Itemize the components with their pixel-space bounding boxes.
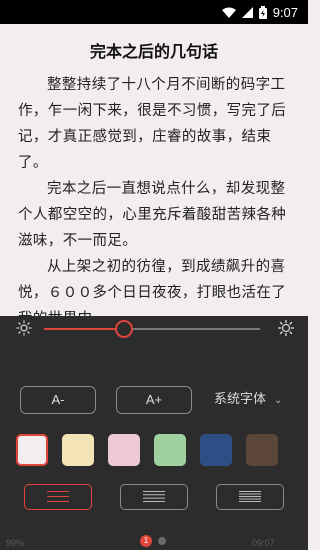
font-size-decrease-button[interactable]: A- [20, 386, 96, 414]
typeface-label: 系统字体 [214, 392, 267, 407]
line-spacing-medium-icon [143, 488, 165, 507]
brightness-slider[interactable] [44, 320, 260, 338]
brightness-row [0, 316, 308, 346]
font-size-increase-button[interactable]: A+ [116, 386, 192, 414]
typeface-selector[interactable]: 系统字体 ⌄ [214, 386, 282, 414]
paragraph: 完本之后一直想说点什么，却发现整个人都空空的，心里充斥着酸甜苦辣各种滋味，不一而… [18, 181, 287, 249]
chevron-down-icon: ⌄ [274, 395, 283, 406]
reading-page[interactable]: 完本之后的几句话 整整持续了十八个月不间断的码字工作，乍一闲下来，很是不习惯，写… [0, 24, 308, 324]
panel-page-indicator: 1 [140, 535, 166, 547]
line-spacing-medium-button[interactable] [120, 484, 188, 510]
chapter-title: 完本之后的几句话 [89, 42, 218, 61]
background-swatch-pink[interactable] [108, 434, 140, 466]
brightness-slider-handle[interactable] [114, 320, 133, 338]
background-swatch-brown[interactable] [246, 434, 278, 466]
background-swatch-cream[interactable] [62, 434, 94, 466]
footer-clock: 09:07 [252, 538, 275, 548]
brightness-low-icon [16, 320, 32, 340]
line-spacing-loose-icon [47, 488, 69, 507]
brightness-high-icon [277, 319, 295, 340]
wifi-icon [221, 7, 236, 18]
background-swatch-white[interactable] [16, 434, 48, 466]
reading-settings-panel: A- A+ 系统字体 ⌄ 99% 1 09:07 [0, 316, 308, 550]
background-swatch-green[interactable] [154, 434, 186, 466]
status-bar: 9:07 [0, 0, 308, 24]
reading-progress: 99% [6, 538, 25, 548]
paragraph: 从上架之初的彷徨，到成绩飙升的喜悦，６００多个日日夜夜，打眼也活在了我的世界中。 [18, 259, 287, 324]
line-spacing-loose-button[interactable] [24, 484, 92, 510]
brightness-slider-fill [44, 328, 124, 330]
line-spacing-compact-icon [239, 488, 261, 507]
line-spacing-compact-button[interactable] [216, 484, 284, 510]
clock: 9:07 [272, 4, 298, 20]
background-swatch-blue[interactable] [200, 434, 232, 466]
page-dot-active[interactable]: 1 [140, 535, 152, 547]
page-dot[interactable] [158, 537, 166, 545]
paragraph: 整整持续了十八个月不间断的码字工作，乍一闲下来，很是不习惯，写完了后记，才真正感… [18, 77, 287, 171]
battery-charging-icon [258, 5, 267, 19]
cellular-signal-icon [241, 6, 253, 18]
